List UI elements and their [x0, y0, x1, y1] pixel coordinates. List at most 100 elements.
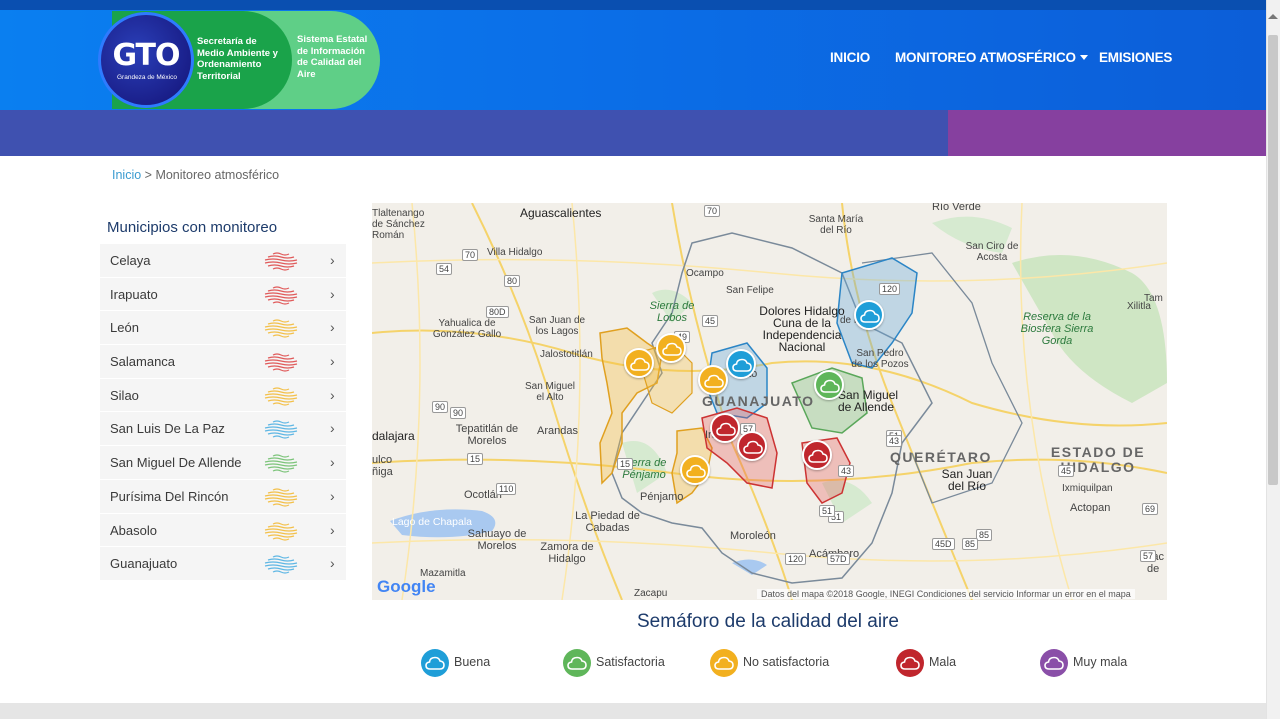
chevron-right-icon: ›: [330, 319, 335, 336]
legend-label: Buena: [454, 655, 491, 669]
map-label-dolores: Dolores Hidalgo Cuna de la Independencia…: [759, 304, 845, 354]
municipality-name: Abasolo: [110, 522, 157, 538]
map-label-san-ciro: San Ciro de Acosta: [965, 241, 1019, 263]
municipality-item[interactable]: León ›: [100, 311, 346, 346]
footer-bar: [0, 703, 1266, 719]
caret-down-icon: [1079, 55, 1088, 60]
nav-monitoreo[interactable]: MONITOREO ATMOSFÉRICO: [895, 50, 1088, 65]
breadcrumb-home[interactable]: Inicio: [112, 168, 141, 182]
air-quality-cloud-icon: [264, 252, 298, 271]
legend-title: Semáforo de la calidad del aire: [637, 611, 899, 632]
breadcrumb-separator: >: [141, 168, 156, 182]
road-number-badge: 57D: [827, 553, 850, 565]
marker-no-satisfactoria[interactable]: [624, 348, 654, 378]
marker-mala[interactable]: [802, 440, 832, 470]
map-label-zacapu: Zacapu: [634, 588, 668, 599]
chevron-right-icon: ›: [330, 386, 335, 403]
map-label-actopan: Actopan: [1070, 502, 1111, 514]
cloud-icon: [732, 358, 752, 372]
legend-label: Muy mala: [1073, 655, 1128, 669]
road-number-badge: 120: [879, 283, 901, 295]
google-logo[interactable]: Google: [377, 577, 436, 597]
map-label-piedad: La Piedad de Cabadas: [575, 510, 640, 534]
road-number-badge: 90: [432, 401, 449, 413]
marker-satisfactoria[interactable]: [814, 370, 844, 400]
chevron-right-icon: ›: [330, 487, 335, 504]
road-number-badge: 15: [467, 453, 484, 465]
marker-mala[interactable]: [737, 431, 767, 461]
road-number-badge: 57: [1140, 550, 1157, 562]
municipality-item[interactable]: Guanajuato ›: [100, 547, 346, 581]
marker-no-satisfactoria[interactable]: [680, 455, 710, 485]
road-number-badge: 85: [976, 529, 993, 541]
map-label-san-miguel-alto: San Miguel el Alto: [524, 381, 576, 403]
map-label-moroleon: Moroleón: [730, 530, 776, 542]
air-quality-map[interactable]: Aguascalientes Río Verde Santa María del…: [372, 203, 1167, 600]
banner-band-accent: [948, 110, 1266, 156]
map-label-zamora: Zamora de Hidalgo: [540, 541, 594, 565]
breadcrumb-current: Monitoreo atmosférico: [155, 168, 280, 182]
scroll-up-arrow-icon[interactable]: [1268, 14, 1278, 19]
municipality-item[interactable]: San Luis De La Paz ›: [100, 412, 346, 447]
map-label-tepatitlan: Tepatitlán de Morelos: [455, 423, 519, 447]
map-label-san-pedro: San Pedro de los Pozos: [851, 348, 909, 370]
cloud-icon: [421, 649, 449, 677]
road-number-badge: 45D: [932, 538, 955, 550]
municipality-item[interactable]: Salamanca ›: [100, 345, 346, 379]
municipality-item[interactable]: San Miguel De Allende ›: [100, 446, 346, 480]
gto-logo-subtitle: Grandeza de México: [117, 74, 177, 81]
air-quality-cloud-icon: [264, 387, 298, 406]
chevron-right-icon: ›: [330, 521, 335, 538]
map-label-san-juan-rio: San Juan del Río: [941, 467, 993, 493]
map-label-ulco: ulco: [372, 454, 393, 466]
map-label-de: de: [1147, 563, 1160, 575]
road-number-badge: 90: [450, 407, 467, 419]
marker-mala[interactable]: [710, 413, 740, 443]
marker-buena[interactable]: [726, 349, 756, 379]
marker-no-satisfactoria[interactable]: [656, 333, 686, 363]
air-quality-cloud-icon: [264, 454, 298, 473]
map-label-chapala: Lago de Chapala: [392, 516, 472, 528]
scrollbar-thumb[interactable]: [1268, 35, 1278, 485]
marker-buena[interactable]: [854, 300, 884, 330]
map-label-san-miguel-allende: San Miguel de Allende: [838, 388, 899, 414]
map-label-ixmiquilpan: Ixmiquilpan: [1062, 483, 1113, 494]
cloud-icon: [630, 357, 650, 371]
cloud-icon: [743, 440, 763, 454]
road-number-badge: 70: [704, 205, 721, 217]
municipality-item[interactable]: Irapuato ›: [100, 277, 346, 312]
nav-inicio[interactable]: INICIO: [830, 50, 870, 65]
municipality-item[interactable]: Silao ›: [100, 378, 346, 413]
air-quality-cloud-icon: [264, 521, 298, 541]
map-label-queretaro: QUERÉTARO: [890, 449, 992, 465]
road-number-badge: 54: [436, 263, 453, 275]
chevron-right-icon: ›: [330, 353, 335, 370]
cloud-icon: [563, 649, 591, 677]
municipality-item[interactable]: Purísima Del Rincón ›: [100, 479, 346, 514]
air-quality-cloud-icon: [264, 488, 298, 507]
map-label-ocampo: Ocampo: [686, 268, 724, 279]
municipality-item[interactable]: Celaya ›: [100, 244, 346, 278]
marker-no-satisfactoria[interactable]: [698, 365, 728, 395]
road-number-badge: 80D: [486, 306, 509, 318]
road-number-badge: 45: [1058, 465, 1075, 477]
road-number-badge: 70: [462, 249, 479, 261]
breadcrumb: Inicio > Monitoreo atmosférico: [112, 168, 279, 182]
air-quality-cloud-icon: [264, 555, 298, 574]
road-number-badge: 80: [504, 275, 521, 287]
map-label-penjamo: Pénjamo: [640, 491, 684, 503]
chevron-right-icon: ›: [330, 420, 335, 437]
nav-emisiones[interactable]: EMISIONES: [1099, 50, 1172, 65]
map-label-niga: ñiga: [372, 466, 393, 478]
nav-monitoreo-label: MONITOREO ATMOSFÉRICO: [895, 50, 1076, 65]
cloud-icon: [704, 374, 724, 388]
road-number-badge: 51: [819, 505, 836, 517]
municipality-item[interactable]: Abasolo ›: [100, 513, 346, 548]
map-label-rio-verde: Río Verde: [932, 203, 981, 213]
cloud-icon: [1040, 649, 1068, 677]
map-label-jalostotitlan: Jalostotitlán: [540, 349, 593, 360]
road-number-badge: 15: [617, 458, 634, 470]
cloud-icon: [820, 379, 840, 393]
map-attribution[interactable]: Datos del mapa ©2018 Google, INEGI Condi…: [757, 589, 1135, 599]
road-number-badge: 85: [962, 538, 979, 550]
